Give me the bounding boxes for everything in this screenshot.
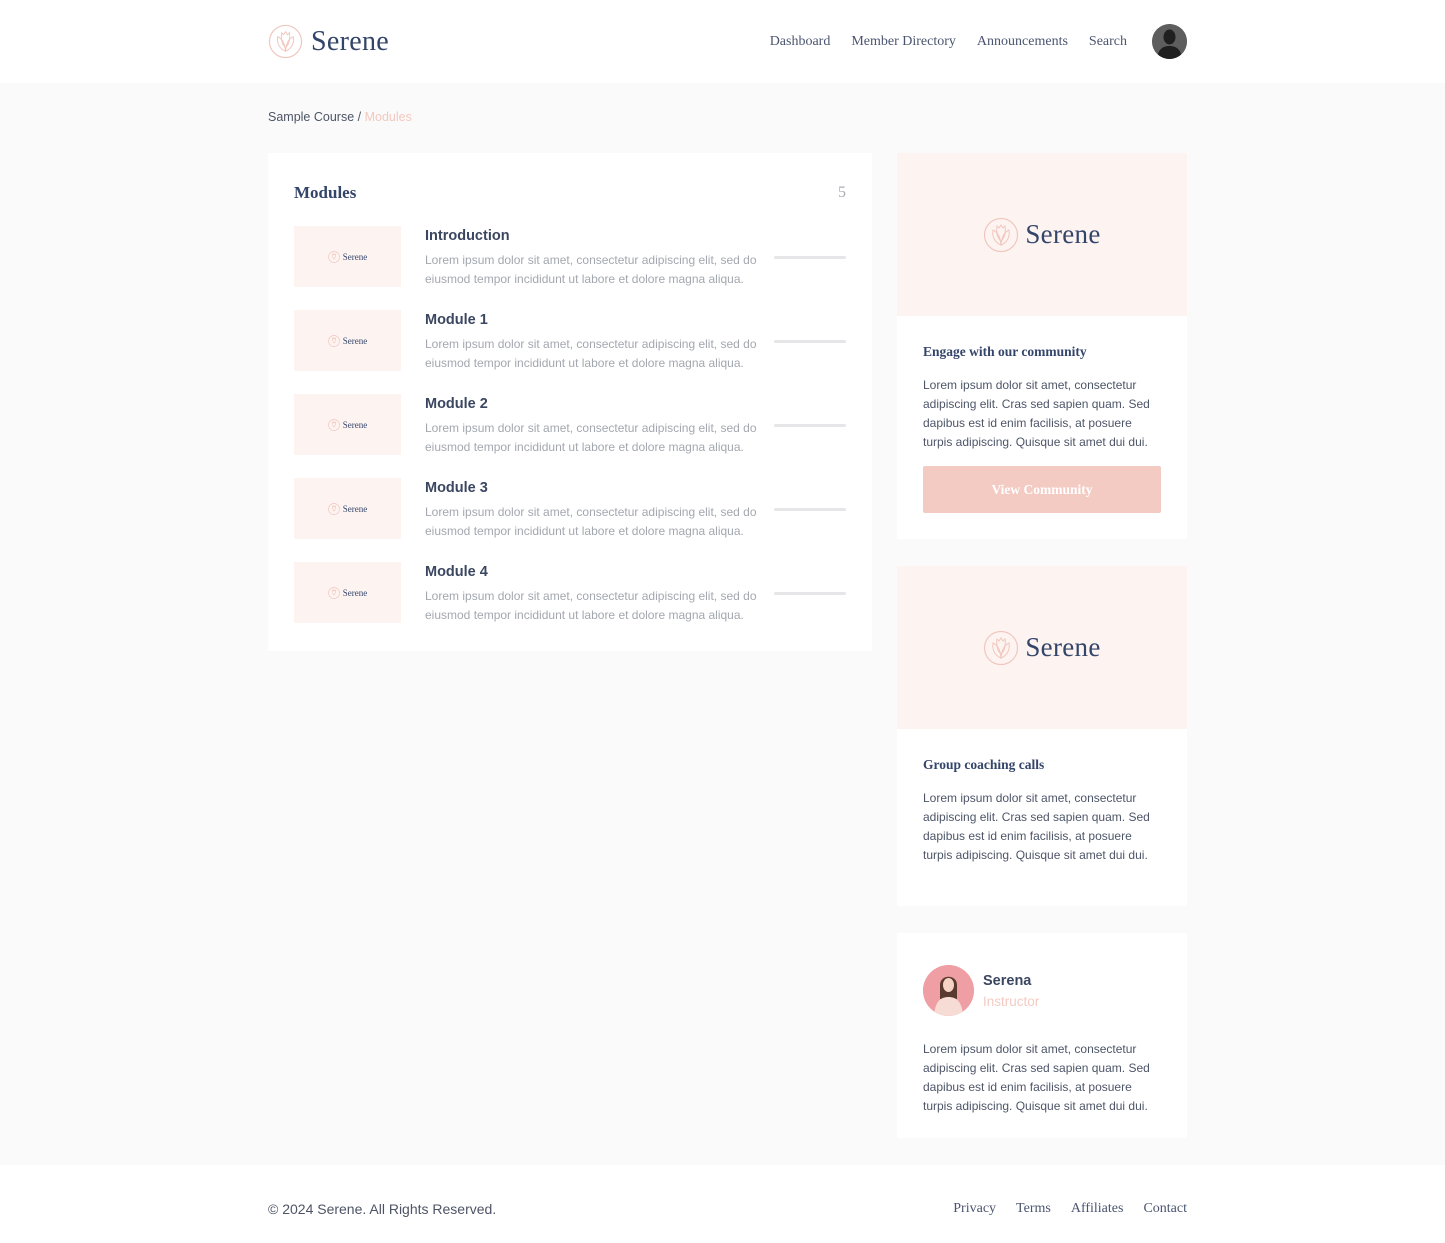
coaching-title: Group coaching calls [923, 757, 1045, 772]
module-title[interactable]: Module 1 [425, 312, 488, 328]
modules-count: 5 [838, 184, 846, 201]
instructor-bio: Lorem ipsum dolor sit amet, consectetur … [923, 1042, 1150, 1113]
thumbnail-brand-name: Serene [342, 503, 368, 514]
module-description: Lorem ipsum dolor sit amet, consectetur … [425, 589, 757, 622]
nav-search[interactable]: Search [1089, 34, 1127, 50]
community-text: Lorem ipsum dolor sit amet, consectetur … [923, 378, 1150, 449]
banner-brand-name: Serene [1025, 219, 1101, 249]
module-progress-bar [774, 256, 846, 259]
module-description: Lorem ipsum dolor sit amet, consectetur … [425, 253, 757, 286]
footer-link-contact[interactable]: Contact [1143, 1201, 1187, 1217]
module-title[interactable]: Introduction [425, 228, 510, 244]
banner-brand-name: Serene [1025, 632, 1101, 662]
nav-dashboard[interactable]: Dashboard [770, 34, 831, 50]
instructor-name: Serena [983, 972, 1032, 989]
module-progress-bar [774, 592, 846, 595]
module-description: Lorem ipsum dolor sit amet, consectetur … [425, 505, 757, 538]
breadcrumb-separator: / [354, 110, 365, 124]
thumbnail-brand-name: Serene [342, 251, 368, 262]
instructor-role: Instructor [983, 993, 1040, 1009]
module-progress-bar [774, 424, 846, 427]
community-banner: Serene [897, 153, 1187, 316]
thumbnail-brand-name: Serene [342, 587, 368, 598]
module-row[interactable]: Serene Module 2 Lorem ipsum dolor sit amet… [294, 394, 846, 456]
module-title[interactable]: Module 4 [425, 564, 488, 580]
module-description: Lorem ipsum dolor sit amet, consectetur … [425, 337, 757, 370]
coaching-text: Lorem ipsum dolor sit amet, consectetur … [923, 791, 1150, 862]
thumbnail-brand-name: Serene [342, 335, 368, 346]
module-progress-bar [774, 340, 846, 343]
footer-link-privacy[interactable]: Privacy [953, 1201, 996, 1217]
breadcrumb-current: Modules [364, 110, 412, 124]
module-title[interactable]: Module 2 [425, 396, 488, 412]
modules-card: Modules 5 Serene Introduction Lorem ipsum … [268, 153, 872, 651]
module-thumbnail[interactable]: Serene [294, 226, 401, 287]
lotus-logo-icon [327, 334, 340, 347]
module-description: Lorem ipsum dolor sit amet, consectetur … [425, 421, 757, 454]
lotus-logo-icon [327, 502, 340, 515]
thumbnail-brand-name: Serene [342, 419, 368, 430]
lotus-logo-icon [327, 418, 340, 431]
lotus-logo-icon [984, 217, 1019, 252]
view-community-button[interactable]: View Community [923, 466, 1161, 513]
lotus-logo-icon [984, 630, 1019, 665]
footer-link-affiliates[interactable]: Affiliates [1071, 1201, 1124, 1217]
user-silhouette-icon [1152, 24, 1187, 59]
main-content: Sample Course / Modules Modules 5 Serene… [0, 83, 1445, 1165]
nav-member-directory[interactable]: Member Directory [851, 34, 956, 50]
site-header: Serene Dashboard Member Directory Announ… [0, 0, 1445, 83]
module-row[interactable]: Serene Module 4 Lorem ipsum dolor sit amet… [294, 562, 846, 624]
module-thumbnail[interactable]: Serene [294, 478, 401, 539]
module-thumbnail[interactable]: Serene [294, 310, 401, 371]
community-card: Serene Engage with our community Lorem i… [897, 153, 1187, 539]
copyright: © 2024 Serene. All Rights Reserved. [268, 1201, 497, 1217]
instructor-card: Serena Instructor Lorem ipsum dolor sit … [897, 933, 1187, 1138]
module-row[interactable]: Serene Module 1 Lorem ipsum dolor sit amet… [294, 310, 846, 372]
footer-link-terms[interactable]: Terms [1016, 1201, 1051, 1217]
coaching-card: Serene Group coaching calls Lorem ipsum … [897, 566, 1187, 906]
user-avatar-button[interactable] [1152, 24, 1187, 59]
brand-name: Serene [311, 25, 389, 57]
module-thumbnail[interactable]: Serene [294, 394, 401, 455]
lotus-logo-icon [327, 586, 340, 599]
footer-links: Privacy Terms Affiliates Contact [933, 1201, 1187, 1217]
lotus-logo-icon [268, 24, 303, 59]
module-thumbnail[interactable]: Serene [294, 562, 401, 623]
breadcrumb: Sample Course / Modules [268, 110, 412, 124]
coaching-banner: Serene [897, 566, 1187, 729]
main-nav: Dashboard Member Directory Announcements… [770, 24, 1187, 59]
brand-logo[interactable]: Serene [268, 24, 389, 59]
modules-title: Modules [294, 183, 357, 202]
instructor-photo-icon [923, 965, 974, 1016]
nav-announcements[interactable]: Announcements [977, 34, 1068, 50]
module-title[interactable]: Module 3 [425, 480, 488, 496]
instructor-avatar [923, 965, 974, 1016]
lotus-logo-icon [327, 250, 340, 263]
module-row[interactable]: Serene Introduction Lorem ipsum dolor sit … [294, 226, 846, 288]
community-title: Engage with our community [923, 344, 1087, 359]
breadcrumb-parent[interactable]: Sample Course [268, 110, 354, 124]
module-progress-bar [774, 508, 846, 511]
site-footer: © 2024 Serene. All Rights Reserved. Priv… [0, 1165, 1445, 1243]
module-row[interactable]: Serene Module 3 Lorem ipsum dolor sit amet… [294, 478, 846, 540]
instructor-profile: Serena Instructor [923, 965, 1161, 1016]
